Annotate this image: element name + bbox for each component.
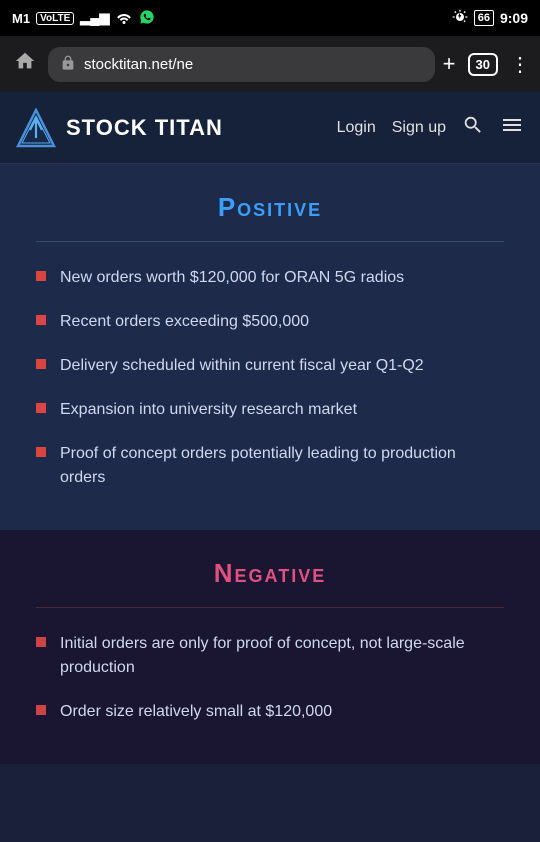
main-content: Positive New orders worth $120,000 for O… (0, 164, 540, 764)
bullet-icon (36, 359, 46, 369)
positive-section: Positive New orders worth $120,000 for O… (0, 164, 540, 530)
logo-icon (16, 108, 56, 148)
site-header: STOCK TITAN Login Sign up (0, 92, 540, 164)
alarm-icon (452, 9, 468, 28)
list-item: New orders worth $120,000 for ORAN 5G ra… (36, 266, 504, 290)
battery-indicator: 66 (474, 10, 494, 26)
signup-link[interactable]: Sign up (392, 119, 446, 137)
list-item: Initial orders are only for proof of con… (36, 632, 504, 680)
search-icon[interactable] (462, 114, 484, 142)
carrier-label: M1 (12, 11, 30, 26)
browser-bar: stocktitan.net/ne + 30 ⋮ (0, 36, 540, 92)
url-security-icon (60, 55, 76, 74)
time-display: 9:09 (500, 10, 528, 26)
bullet-icon (36, 315, 46, 325)
site-logo[interactable]: STOCK TITAN (16, 108, 223, 148)
positive-item-5: Proof of concept orders potentially lead… (60, 442, 504, 490)
volte-badge: VoLTE (36, 12, 74, 25)
positive-item-3: Delivery scheduled within current fiscal… (60, 354, 424, 378)
status-left: M1 VoLTE ▂▄▆ (12, 9, 155, 28)
negative-divider (36, 607, 504, 608)
list-item: Order size relatively small at $120,000 (36, 700, 504, 724)
bullet-icon (36, 271, 46, 281)
site-nav: Login Sign up (337, 113, 524, 143)
home-button[interactable] (10, 50, 40, 78)
url-text: stocktitan.net/ne (84, 56, 423, 73)
negative-bullet-list: Initial orders are only for proof of con… (36, 632, 504, 724)
list-item: Delivery scheduled within current fiscal… (36, 354, 504, 378)
whatsapp-icon (139, 9, 155, 28)
url-bar[interactable]: stocktitan.net/ne (48, 47, 435, 82)
status-bar: M1 VoLTE ▂▄▆ 66 9:09 (0, 0, 540, 36)
positive-item-4: Expansion into university research marke… (60, 398, 357, 422)
negative-item-1: Initial orders are only for proof of con… (60, 632, 504, 680)
wifi-icon (115, 10, 133, 27)
positive-title: Positive (36, 192, 504, 223)
negative-title: Negative (36, 558, 504, 589)
status-right: 66 9:09 (452, 9, 528, 28)
list-item: Proof of concept orders potentially lead… (36, 442, 504, 490)
browser-more-button[interactable]: ⋮ (510, 52, 530, 77)
positive-item-2: Recent orders exceeding $500,000 (60, 310, 309, 334)
login-link[interactable]: Login (337, 119, 376, 137)
positive-divider (36, 241, 504, 242)
positive-bullet-list: New orders worth $120,000 for ORAN 5G ra… (36, 266, 504, 490)
tab-count-button[interactable]: 30 (468, 53, 498, 76)
new-tab-button[interactable]: + (443, 51, 456, 77)
list-item: Recent orders exceeding $500,000 (36, 310, 504, 334)
bullet-icon (36, 705, 46, 715)
bullet-icon (36, 637, 46, 647)
bullet-icon (36, 447, 46, 457)
list-item: Expansion into university research marke… (36, 398, 504, 422)
menu-icon[interactable] (500, 113, 524, 143)
positive-item-1: New orders worth $120,000 for ORAN 5G ra… (60, 266, 404, 290)
signal-icon: ▂▄▆ (80, 10, 109, 26)
negative-section: Negative Initial orders are only for pro… (0, 530, 540, 764)
bullet-icon (36, 403, 46, 413)
site-name: STOCK TITAN (66, 115, 223, 141)
negative-item-2: Order size relatively small at $120,000 (60, 700, 332, 724)
browser-actions: + 30 ⋮ (443, 51, 530, 77)
